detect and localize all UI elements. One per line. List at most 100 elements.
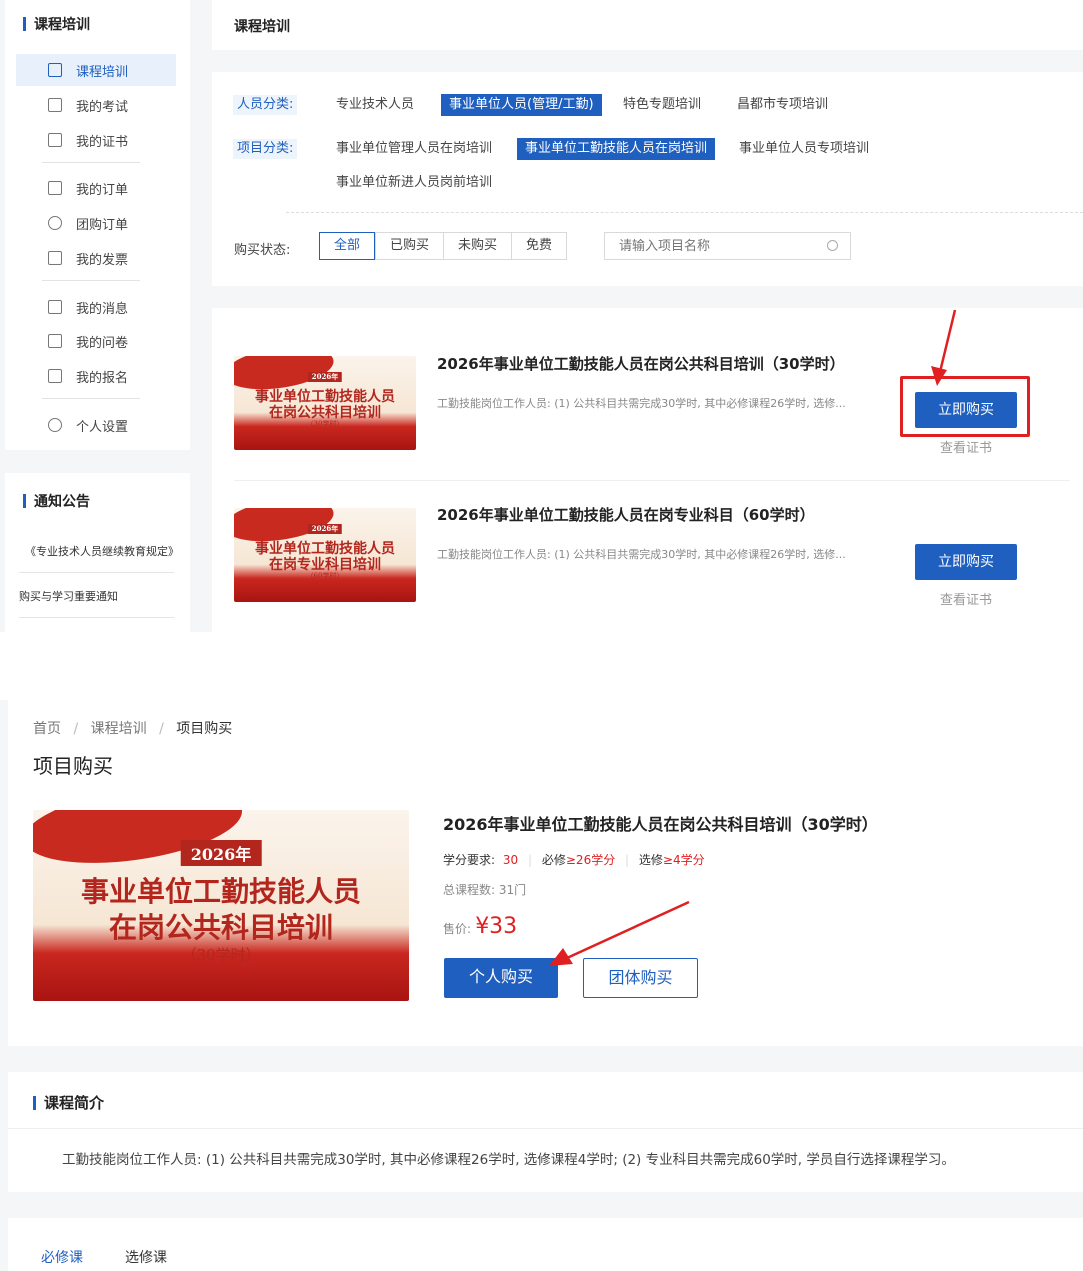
- course-list-screenshot: 课程培训 课程培训 我的考试 我的证书 我的订单 团购订单 我的发票 我的消息 …: [0, 0, 1083, 632]
- project-category-label: 项目分类:: [233, 139, 298, 159]
- credit-requirements: 学分要求: 30 | 必修≥26学分 | 选修≥4学分: [443, 853, 705, 867]
- intro-text: 工勤技能岗位工作人员: (1) 公共科目共需完成30学时, 其中必修课程26学时…: [62, 1152, 955, 1168]
- banner-hours: （60学时）: [306, 572, 344, 580]
- search-icon[interactable]: [827, 240, 838, 251]
- survey-icon: [48, 334, 62, 348]
- sidebar-item-signup[interactable]: 我的报名: [16, 360, 176, 392]
- sidebar-item-survey[interactable]: 我的问卷: [16, 325, 176, 357]
- notice-link[interactable]: 《专业技术人员继续教育规定》: [25, 543, 179, 559]
- annotation-highlight-box: [900, 376, 1030, 437]
- personal-purchase-button[interactable]: 个人购买: [444, 958, 558, 998]
- filter-option-selected[interactable]: 事业单位工勤技能人员在岗培训: [517, 138, 716, 160]
- required-label: 必修: [541, 853, 566, 867]
- course-banner[interactable]: 2026年 事业单位工勤技能人员 在岗公共科目培训 （30学时）: [234, 356, 416, 450]
- filter-divider: [286, 212, 1083, 213]
- filter-option[interactable]: 特色专题培训: [623, 94, 701, 116]
- notice-link[interactable]: 购买与学习重要通知: [19, 588, 118, 604]
- page-title: 课程培训: [234, 19, 290, 35]
- filter-option-selected[interactable]: 事业单位人员(管理/工勤): [441, 94, 602, 116]
- price-label: 售价:: [443, 922, 472, 936]
- sidebar-item-certificate[interactable]: 我的证书: [16, 124, 176, 156]
- price: 售价: ¥33: [443, 914, 517, 939]
- view-certificate-link[interactable]: 查看证书: [915, 589, 1017, 608]
- tab-elective[interactable]: 选修课: [125, 1247, 167, 1267]
- group-icon: [48, 216, 62, 230]
- filter-option[interactable]: 事业单位人员专项培训: [739, 138, 869, 160]
- sidebar-item-settings[interactable]: 个人设置: [16, 409, 176, 441]
- sidebar-item-label: 我的报名: [76, 370, 129, 386]
- product-title: 2026年事业单位工勤技能人员在岗公共科目培训（30学时）: [443, 815, 878, 834]
- buy-now-button[interactable]: 立即购买: [915, 544, 1017, 580]
- filter-option[interactable]: 专业技术人员: [336, 94, 414, 116]
- course-description: 工勤技能岗位工作人员: (1) 公共科目共需完成30学时, 其中必修课程26学时…: [437, 397, 846, 410]
- sidebar-item-label: 课程培训: [76, 64, 129, 80]
- annotation-arrow: [549, 900, 690, 966]
- sidebar-item-exam[interactable]: 我的考试: [16, 89, 176, 121]
- notice-divider: [19, 617, 174, 618]
- search-input[interactable]: [604, 232, 851, 260]
- page-title: 项目购买: [33, 754, 113, 778]
- banner-hours: （30学时）: [306, 420, 344, 428]
- invoice-icon: [48, 251, 62, 265]
- filter-option[interactable]: 昌都市专项培训: [737, 94, 828, 116]
- required-value: ≥26学分: [565, 853, 616, 867]
- banner-hours: （30学时）: [181, 946, 261, 964]
- tabs-panel: 必修课 选修课: [8, 1218, 1083, 1271]
- credit-value: 30: [502, 853, 519, 867]
- message-icon: [48, 300, 62, 314]
- intro-heading: 课程简介: [33, 1092, 104, 1113]
- elective-value: ≥4学分: [662, 853, 705, 867]
- sidebar-item-label: 团购订单: [76, 217, 129, 233]
- elective-label: 选修: [638, 853, 663, 867]
- sidebar-item-label: 我的证书: [76, 134, 129, 150]
- status-all[interactable]: 全部: [319, 232, 375, 260]
- breadcrumb-home[interactable]: 首页: [33, 721, 61, 737]
- course-count: 总课程数: 31门: [443, 883, 527, 897]
- book-icon: [48, 63, 62, 77]
- course-divider: [234, 480, 1070, 481]
- sidebar-item-orders[interactable]: 我的订单: [16, 172, 176, 204]
- annotation-arrow: [931, 309, 957, 386]
- status-purchased[interactable]: 已购买: [375, 232, 444, 260]
- view-certificate-link[interactable]: 查看证书: [915, 437, 1017, 456]
- sidebar-item-label: 我的订单: [76, 182, 129, 198]
- filter-option[interactable]: 事业单位新进人员岗前培训: [336, 172, 492, 194]
- status-free[interactable]: 免费: [511, 232, 567, 260]
- sidebar-item-course-training[interactable]: 课程培训: [16, 54, 176, 86]
- person-category-label: 人员分类:: [233, 95, 298, 115]
- status-not-purchased[interactable]: 未购买: [443, 232, 512, 260]
- intro-divider: [8, 1128, 1083, 1129]
- tab-required[interactable]: 必修课: [41, 1247, 83, 1267]
- filter-option[interactable]: 事业单位管理人员在岗培训: [336, 138, 492, 160]
- price-value: ¥33: [475, 914, 518, 939]
- purchase-status-label: 购买状态:: [234, 243, 291, 258]
- notice-heading: 通知公告: [23, 491, 90, 511]
- sidebar-item-label: 我的考试: [76, 99, 129, 115]
- notice-divider: [19, 572, 174, 573]
- order-icon: [48, 181, 62, 195]
- sidebar-heading: 课程培训: [23, 14, 90, 34]
- breadcrumb-course-training[interactable]: 课程培训: [91, 721, 147, 737]
- notice-panel: 通知公告 《专业技术人员继续教育规定》 购买与学习重要通知: [5, 473, 190, 632]
- sidebar-divider: [42, 162, 140, 163]
- breadcrumb: 首页 / 课程培训 / 项目购买: [33, 721, 233, 737]
- banner-title-line2: 在岗公共科目培训: [108, 911, 333, 944]
- course-description: 工勤技能岗位工作人员: (1) 公共科目共需完成30学时, 其中必修课程26学时…: [437, 548, 846, 561]
- sidebar-divider: [42, 280, 140, 281]
- sidebar-item-label: 我的发票: [76, 252, 129, 268]
- course-banner[interactable]: 2026年 事业单位工勤技能人员 在岗专业科目培训 （60学时）: [234, 508, 416, 602]
- banner-year: 2026年: [307, 372, 343, 382]
- exam-icon: [48, 98, 62, 112]
- banner-year: 2026年: [180, 840, 262, 866]
- sidebar-item-label: 我的问卷: [76, 335, 129, 351]
- course-title[interactable]: 2026年事业单位工勤技能人员在岗公共科目培训（30学时）: [437, 353, 845, 374]
- banner-year: 2026年: [307, 524, 343, 534]
- sidebar-item-group-orders[interactable]: 团购订单: [16, 207, 176, 239]
- sidebar-item-messages[interactable]: 我的消息: [16, 291, 176, 323]
- breadcrumb-current: 项目购买: [176, 721, 233, 737]
- banner-title-line1: 事业单位工勤技能人员: [80, 875, 361, 908]
- course-title[interactable]: 2026年事业单位工勤技能人员在岗专业科目（60学时）: [437, 504, 815, 525]
- sidebar-item-label: 我的消息: [76, 301, 129, 317]
- sidebar-item-invoice[interactable]: 我的发票: [16, 242, 176, 274]
- signup-icon: [48, 369, 62, 383]
